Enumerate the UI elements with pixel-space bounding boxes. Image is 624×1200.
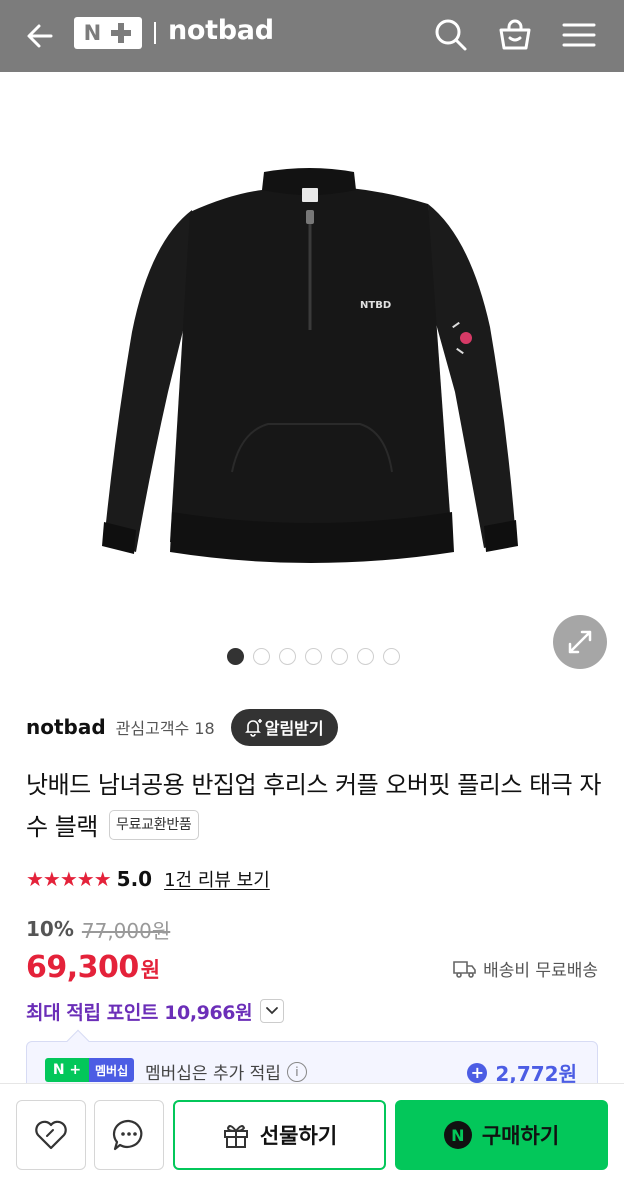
price-row: 69,300 원 [26,950,160,990]
logo-letter: N [83,20,102,45]
plus-circle-icon: + [467,1062,488,1083]
product-title-block: 낫배드 남녀공용 반집업 후리스 커플 오버핏 플리스 태극 자수 블랙 무료교… [26,764,606,848]
original-price: 77,000원 [81,918,171,943]
hamburger-menu-icon [562,23,596,47]
wishlist-button[interactable] [16,1100,86,1170]
expand-image-button[interactable] [553,615,607,669]
chat-bubble-icon [112,1119,143,1151]
rating-score: 5.0 [116,867,153,891]
top-header: N notbad [0,0,624,72]
shipping-text: 배송비 무료배송 [483,961,598,981]
header-divider [154,22,156,44]
membership-badge-left: N + [45,1058,89,1082]
plus-icon [110,22,132,44]
discount-row: 10% 77,000원 [26,914,170,944]
discount-rate: 10% [26,917,74,941]
naver-plus-logo[interactable]: N [74,17,142,49]
notify-button[interactable]: 알림받기 [230,708,338,746]
free-return-badge: 무료교환반품 [109,810,199,840]
store-name[interactable]: notbad [26,715,106,739]
cart-button[interactable] [492,12,538,58]
bell-plus-icon [244,719,262,737]
membership-text-row: 멤버십은 추가 적립 i [145,1059,307,1084]
notify-label: 알림받기 [264,719,324,738]
membership-text: 멤버십은 추가 적립 [145,1064,281,1084]
points-expand-button[interactable] [260,999,285,1023]
review-link[interactable]: 1건 리뷰 보기 [164,866,270,892]
carousel-dot[interactable] [357,648,374,665]
naver-plus-membership-badge: N + 멤버십 [45,1058,135,1082]
chest-logo: NTBD [360,300,391,311]
price-unit: 원 [140,958,161,982]
naver-pay-icon: N [443,1121,472,1149]
delivery-truck-icon [453,960,476,978]
store-followers: 관심고객수 18 [115,719,215,738]
fleece-jacket-image: NTBD [102,168,518,563]
carousel-dot[interactable] [331,648,348,665]
sale-price: 69,300 [26,950,139,985]
menu-button[interactable] [556,12,602,58]
gift-button[interactable]: 선물하기 [173,1100,386,1170]
info-icon[interactable]: i [286,1061,307,1082]
search-button[interactable] [428,12,474,58]
carousel-dot[interactable] [227,648,244,665]
chevron-down-icon [266,1007,279,1015]
buy-label: 구매하기 [481,1124,560,1148]
points-row: 최대 적립 포인트 10,966원 [26,996,285,1026]
membership-badge-right: 멤버십 [89,1058,135,1082]
back-arrow-icon [27,24,53,48]
carousel-dot[interactable] [279,648,296,665]
star-rating-icon: ★★★★★ [26,867,112,891]
gift-label: 선물하기 [259,1124,338,1148]
carousel-pagination [227,648,400,665]
gift-box-icon [223,1125,248,1148]
header-brand-name[interactable]: notbad [168,15,274,46]
rating-row: ★★★★★ 5.0 1건 리뷰 보기 [26,864,270,894]
back-button[interactable] [18,14,62,58]
product-image-carousel[interactable]: NTBD [0,72,624,682]
carousel-dot[interactable] [305,648,322,665]
carousel-dot[interactable] [253,648,270,665]
carousel-dot[interactable] [383,648,400,665]
store-info-row: notbad 관심고객수 18 알림받기 [26,708,338,746]
shopping-basket-icon [499,19,531,50]
shipping-info: 배송비 무료배송 [453,956,598,981]
buy-button[interactable]: N 구매하기 [395,1100,608,1170]
search-icon [435,19,467,51]
bottom-action-bar: 선물하기 N 구매하기 [0,1083,624,1200]
chat-button[interactable] [94,1100,164,1170]
heart-icon [35,1120,67,1150]
expand-arrows-icon [568,630,592,654]
max-points-text: 최대 적립 포인트 10,966원 [26,1001,253,1024]
